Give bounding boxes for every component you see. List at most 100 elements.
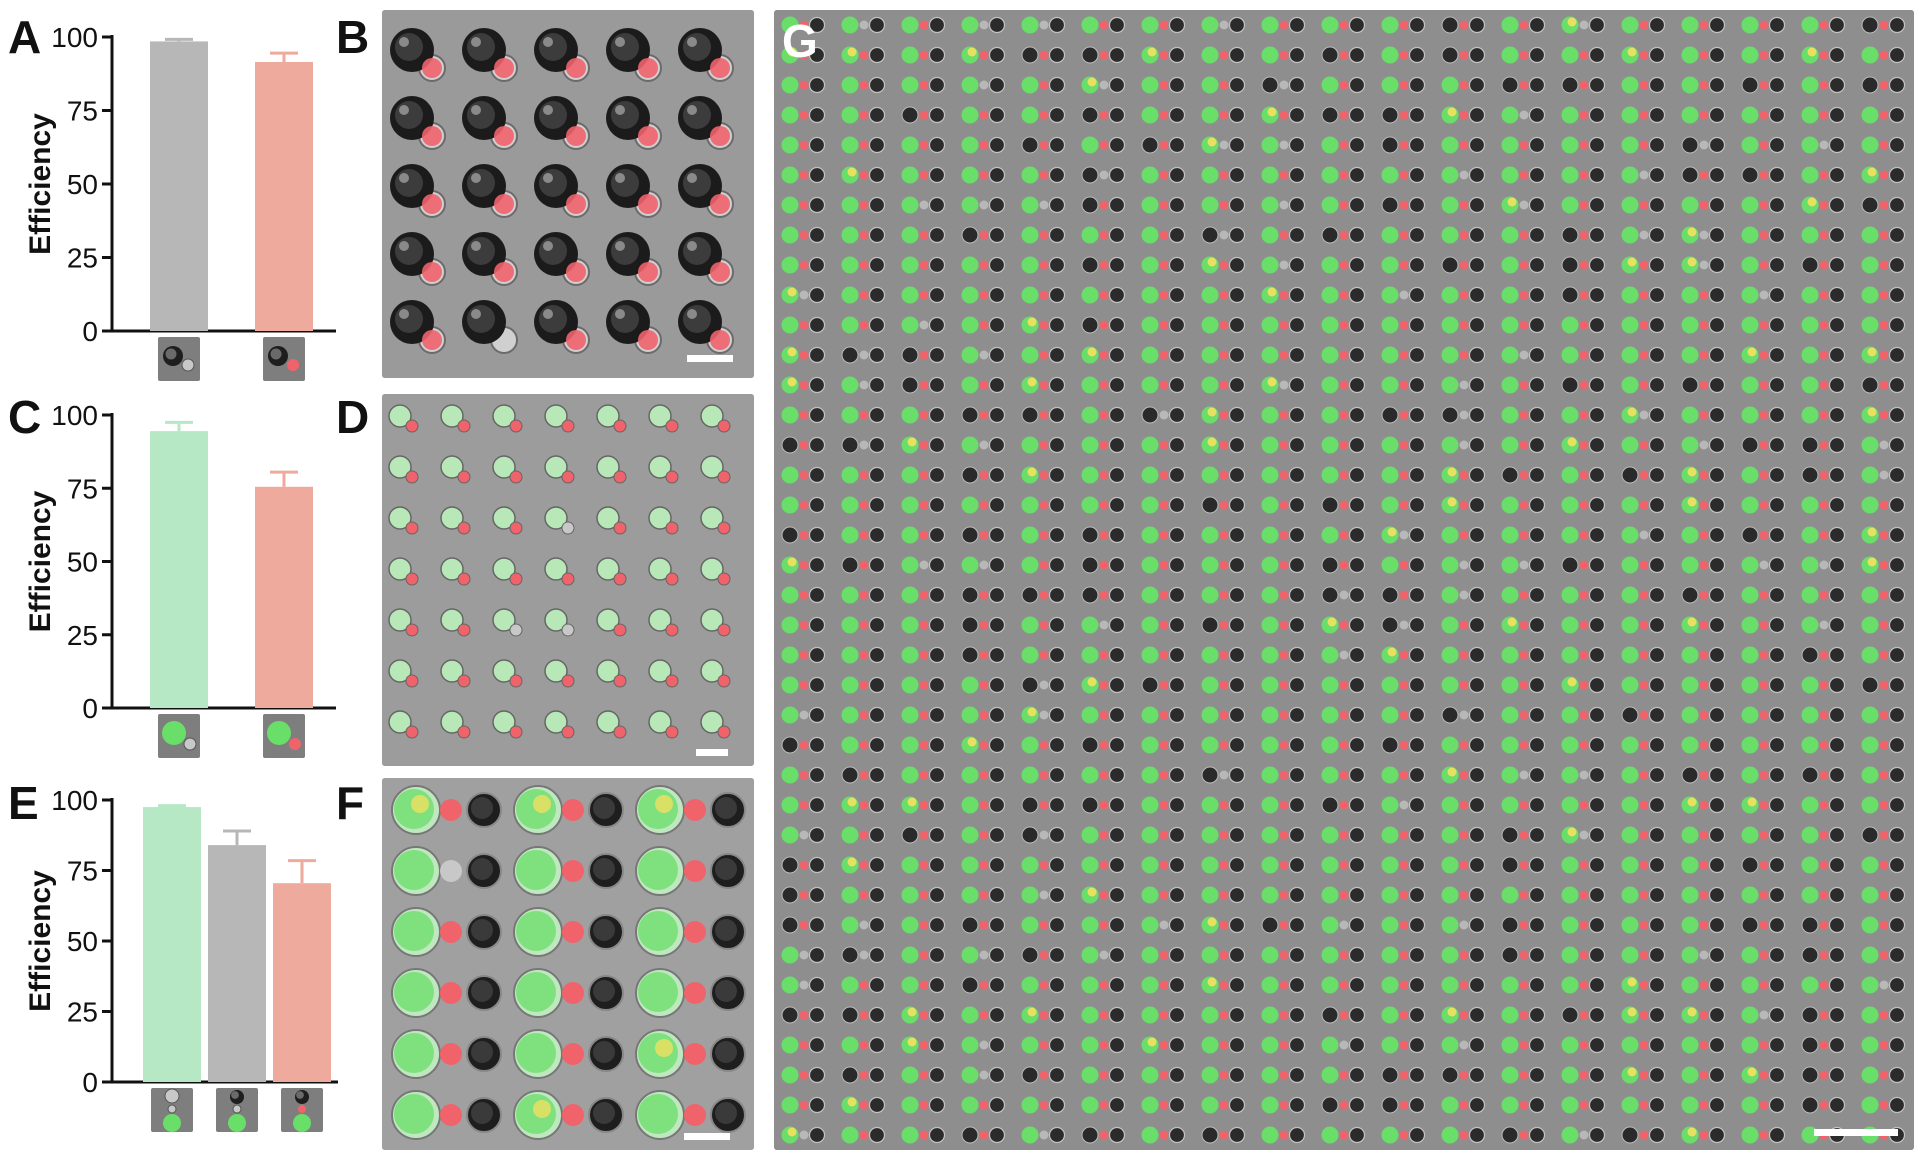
red-droplet [1699,1040,1709,1050]
dark-droplet [1021,826,1039,844]
red-droplet [979,920,989,930]
red-droplet [859,110,869,120]
green-droplet [1441,136,1459,154]
red-droplet [1219,290,1229,300]
dark-droplet [1168,976,1186,994]
green-droplet [1801,316,1819,334]
dark-droplet [1168,826,1186,844]
dark-droplet [1228,586,1246,604]
red-droplet [979,770,989,780]
green-droplet [1321,196,1339,214]
dark-droplet [1288,526,1306,544]
red-droplet [298,1105,306,1113]
dark-droplet [1048,1006,1066,1024]
red-droplet [1159,500,1169,510]
dark-droplet [1468,1126,1486,1144]
red-droplet [859,980,869,990]
red-droplet [405,725,419,739]
red-droplet [1219,200,1229,210]
green-droplet [1501,136,1519,154]
green-droplet [1141,826,1159,844]
green-droplet [1021,286,1039,304]
dark-droplet [1828,796,1846,814]
y-tick-label: 25 [67,997,98,1028]
red-droplet [1219,1040,1229,1050]
yellow-spot [1687,257,1697,267]
dark-droplet [1108,976,1126,994]
green-droplet [901,496,919,514]
droplet-core [715,980,737,1002]
dark-droplet [1828,226,1846,244]
red-droplet [1039,290,1049,300]
dark-droplet [928,886,946,904]
dark-droplet [1528,106,1546,124]
green-droplet [1561,616,1579,634]
green-droplet [1501,766,1519,784]
green-droplet [1261,346,1279,364]
red-droplet [1879,290,1889,300]
red-droplet [1519,1010,1529,1020]
green-droplet [1441,556,1459,574]
dark-droplet [1321,106,1339,124]
yellow-spot [907,1037,917,1047]
red-droplet [1339,410,1349,420]
green-droplet [961,16,979,34]
yellow-spot [533,795,551,813]
dark-droplet [1681,586,1699,604]
green-droplet [1501,1036,1519,1054]
green-droplet [1561,166,1579,184]
green-droplet [1201,106,1219,124]
green-droplet [1321,1126,1339,1144]
dark-droplet [1288,1036,1306,1054]
green-droplet [1261,556,1279,574]
green-droplet [1501,526,1519,544]
red-droplet [1039,500,1049,510]
red-droplet [1399,80,1409,90]
red-droplet [1879,440,1889,450]
red-droplet [1639,50,1649,60]
red-droplet [613,419,627,433]
green-droplet [1801,286,1819,304]
y-tick-label: 100 [51,785,98,816]
red-droplet [1219,920,1229,930]
red-droplet [494,126,514,146]
dark-droplet [1288,136,1306,154]
red-droplet [1399,770,1409,780]
dark-droplet [1048,46,1066,64]
red-droplet [1879,770,1889,780]
red-droplet [1459,680,1469,690]
bar [208,845,266,1082]
red-droplet [1759,650,1769,660]
red-droplet [1819,140,1829,150]
green-droplet [1561,46,1579,64]
red-droplet [717,572,731,586]
green-droplet [1321,466,1339,484]
dark-droplet [868,826,886,844]
green-droplet [1801,496,1819,514]
red-droplet [1879,260,1889,270]
green-droplet [901,646,919,664]
red-droplet [799,860,809,870]
y-tick-label: 25 [67,243,98,274]
dark-droplet [1888,766,1906,784]
red-droplet [613,521,627,535]
dark-droplet [1141,676,1159,694]
red-droplet [979,230,989,240]
green-droplet [901,1096,919,1114]
red-droplet [1579,1040,1589,1050]
yellow-spot [967,737,977,747]
red-droplet [1879,530,1889,540]
dark-droplet [1228,1036,1246,1054]
dark-droplet [808,286,826,304]
red-droplet [1759,1130,1769,1140]
green-droplet [1321,976,1339,994]
green-droplet [961,766,979,784]
red-droplet [1519,50,1529,60]
green-droplet [1141,496,1159,514]
green-droplet [1381,1006,1399,1024]
droplet-core [471,797,493,819]
green-droplet [1141,316,1159,334]
red-droplet [1639,500,1649,510]
droplet-core [471,1102,493,1124]
red-droplet [859,680,869,690]
